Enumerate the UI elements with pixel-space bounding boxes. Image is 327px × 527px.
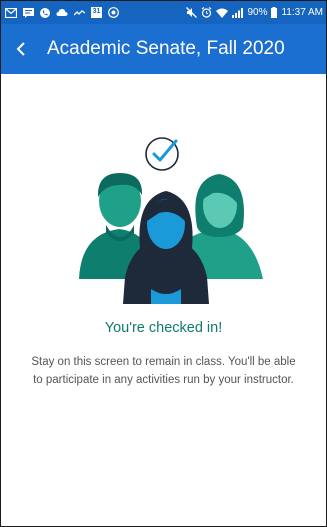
status-bar: 31 90% 11:37 AM xyxy=(1,1,326,24)
page-title: Academic Senate, Fall 2020 xyxy=(47,38,285,59)
checked-in-illustration xyxy=(79,137,263,304)
signal-icon xyxy=(232,7,244,18)
mute-icon xyxy=(186,7,198,18)
phone-screen: 31 90% 11:37 AM Academic Senate, Fall 20… xyxy=(0,0,327,527)
camera-icon xyxy=(108,7,119,18)
back-arrow-icon xyxy=(16,42,25,56)
message-icon xyxy=(23,7,34,18)
wifi-icon xyxy=(216,8,229,18)
calendar-day: 31 xyxy=(92,8,101,15)
cloud-icon xyxy=(56,8,68,17)
app-bar: Academic Senate, Fall 2020 xyxy=(1,24,326,74)
notification-icons: 31 xyxy=(1,7,119,18)
cloud-icon xyxy=(74,9,85,16)
gmail-icon xyxy=(5,7,17,18)
alarm-icon xyxy=(201,7,212,18)
phone-icon xyxy=(40,7,50,18)
system-status: 90% 11:37 AM xyxy=(186,7,326,18)
back-button[interactable] xyxy=(1,24,41,74)
calendar-icon: 31 xyxy=(91,7,102,18)
clock: 11:37 AM xyxy=(281,7,323,18)
checkmark-circle-icon xyxy=(145,137,179,171)
checked-in-message: Stay on this screen to remain in class. … xyxy=(31,356,296,386)
checked-in-title: You're checked in! xyxy=(104,320,223,336)
battery-percent: 90% xyxy=(247,7,268,18)
battery-icon xyxy=(271,7,278,18)
